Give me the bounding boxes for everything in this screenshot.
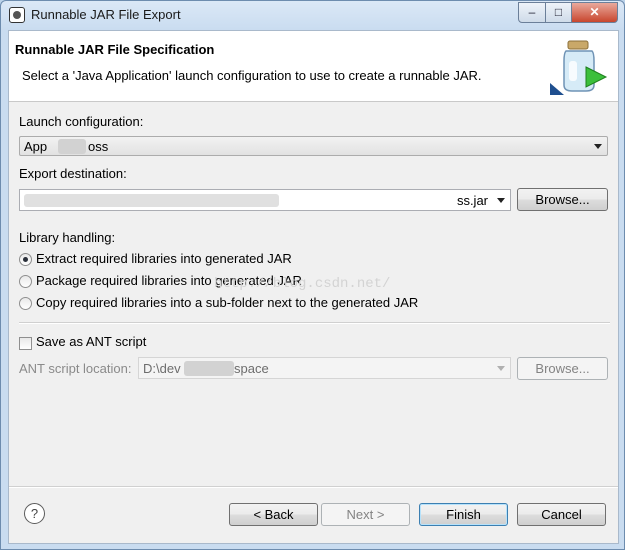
library-option-label: Copy required libraries into a sub-folde…: [36, 295, 419, 310]
radio-button[interactable]: [19, 253, 32, 266]
chevron-down-icon: [594, 144, 602, 149]
chevron-down-icon: [497, 366, 505, 371]
section-divider: [19, 322, 610, 324]
window-title: Runnable JAR File Export: [31, 7, 181, 22]
ant-location-value-prefix: D:\dev: [143, 361, 181, 376]
export-destination-value: ss.jar: [456, 193, 488, 208]
cancel-button[interactable]: Cancel: [517, 503, 606, 526]
library-handling-label: Library handling:: [19, 230, 116, 245]
jar-wizard-icon: [550, 40, 608, 95]
minimize-button[interactable]: –: [518, 2, 546, 23]
close-button[interactable]: ✕: [571, 2, 618, 23]
dialog-body: Runnable JAR File Specification Select a…: [8, 30, 619, 544]
radio-button[interactable]: [19, 275, 32, 288]
export-browse-button[interactable]: Browse...: [517, 188, 608, 211]
ant-script-location-label: ANT script location:: [19, 361, 132, 376]
save-ant-script-checkbox[interactable]: [19, 337, 32, 350]
footer-divider: [9, 486, 618, 488]
help-icon[interactable]: ?: [24, 503, 45, 524]
redacted-text: [24, 194, 279, 207]
ant-browse-button: Browse...: [517, 357, 608, 380]
next-button: Next >: [321, 503, 410, 526]
save-ant-script-label[interactable]: Save as ANT script: [36, 334, 146, 349]
launch-configuration-label: Launch configuration:: [19, 114, 144, 129]
launch-configuration-value-suffix: oss: [88, 139, 109, 154]
wizard-page-description: Select a 'Java Application' launch confi…: [22, 68, 482, 83]
launch-configuration-select[interactable]: App oss: [19, 136, 608, 156]
watermark-text: http://blog.csdn.net/: [214, 276, 391, 292]
redacted-text: [58, 139, 86, 154]
launch-configuration-value-prefix: App: [24, 139, 48, 154]
redacted-text: [184, 361, 234, 376]
chevron-down-icon[interactable]: [497, 198, 505, 203]
export-destination-input[interactable]: ss.jar: [19, 189, 511, 211]
eclipse-app-icon: [9, 7, 25, 23]
wizard-page-title: Runnable JAR File Specification: [15, 42, 215, 57]
export-destination-label: Export destination:: [19, 166, 127, 181]
title-bar[interactable]: Runnable JAR File Export – □ ✕: [1, 1, 624, 29]
dialog-window: Runnable JAR File Export – □ ✕ Runnable …: [0, 0, 625, 550]
wizard-header: Runnable JAR File Specification Select a…: [9, 31, 618, 102]
ant-script-location-input: D:\dev space: [138, 357, 511, 379]
library-option-label: Extract required libraries into generate…: [36, 251, 292, 266]
finish-button[interactable]: Finish: [419, 503, 508, 526]
ant-location-value-suffix: space: [234, 361, 269, 376]
radio-button[interactable]: [19, 297, 32, 310]
back-button[interactable]: < Back: [229, 503, 318, 526]
maximize-button[interactable]: □: [545, 2, 572, 23]
